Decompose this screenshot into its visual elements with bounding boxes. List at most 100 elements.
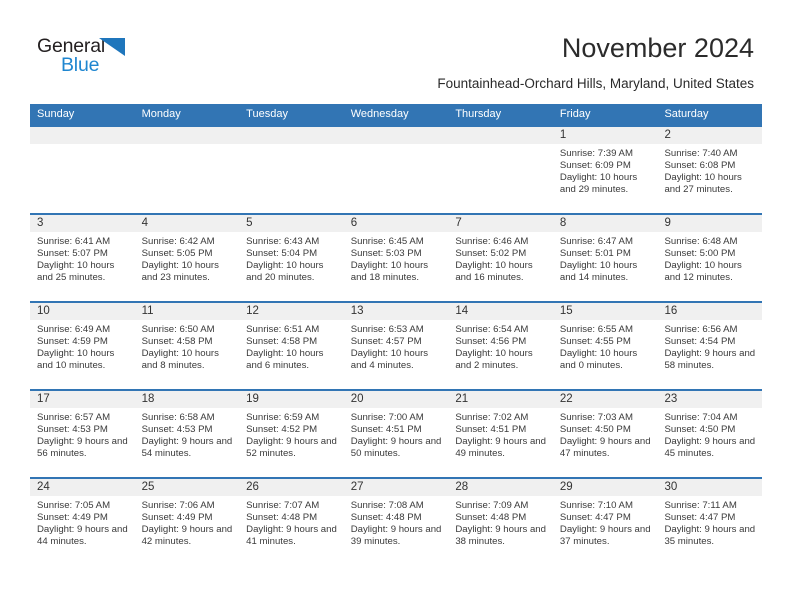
day-number[interactable]: 24 (30, 479, 135, 496)
daylight-text: Daylight: 9 hours and 39 minutes. (350, 523, 442, 547)
day-cell: Sunrise: 6:56 AM Sunset: 4:54 PM Dayligh… (657, 320, 762, 389)
day-number[interactable]: 3 (30, 215, 135, 232)
daylight-text: Daylight: 10 hours and 20 minutes. (246, 259, 324, 283)
day-number[interactable]: 17 (30, 391, 135, 408)
week-daynumber-strip: 10 11 12 13 14 15 16 (30, 303, 762, 320)
weekday-header-tuesday: Tuesday (246, 108, 288, 120)
day-number[interactable]: 2 (657, 127, 762, 144)
sunrise-text: Sunrise: 7:10 AM (559, 500, 633, 511)
day-number[interactable]: 25 (135, 479, 240, 496)
daylight-text: Daylight: 10 hours and 27 minutes. (664, 171, 742, 195)
day-cell: Sunrise: 7:07 AM Sunset: 4:48 PM Dayligh… (239, 496, 344, 565)
day-cell: Sunrise: 7:05 AM Sunset: 4:49 PM Dayligh… (30, 496, 135, 565)
sunset-text: Sunset: 4:56 PM (455, 335, 527, 347)
sunrise-text: Sunrise: 6:41 AM (37, 236, 111, 247)
day-number[interactable]: 20 (344, 391, 449, 408)
day-cell: Sunrise: 6:49 AM Sunset: 4:59 PM Dayligh… (30, 320, 135, 389)
day-number[interactable] (448, 127, 553, 144)
sunrise-text: Sunrise: 7:11 AM (664, 500, 737, 511)
day-number[interactable]: 14 (448, 303, 553, 320)
generalblue-logo[interactable]: General Blue (37, 36, 157, 80)
sunset-text: Sunset: 4:53 PM (37, 423, 108, 435)
day-number[interactable]: 5 (239, 215, 344, 232)
sunset-text: Sunset: 4:51 PM (350, 423, 422, 435)
day-cell: Sunrise: 7:00 AM Sunset: 4:51 PM Dayligh… (344, 408, 449, 477)
day-number[interactable] (135, 127, 240, 144)
sunrise-text: Sunrise: 6:54 AM (455, 324, 529, 335)
day-cell: Sunrise: 6:47 AM Sunset: 5:01 PM Dayligh… (553, 232, 658, 301)
day-cell: Sunrise: 6:46 AM Sunset: 5:02 PM Dayligh… (448, 232, 553, 301)
day-number[interactable] (30, 127, 135, 144)
day-cell: Sunrise: 6:58 AM Sunset: 4:53 PM Dayligh… (135, 408, 240, 477)
week-row: 17 18 19 20 21 22 23 Sunrise: 6:57 AM Su… (30, 389, 762, 477)
day-cell: Sunrise: 6:51 AM Sunset: 4:58 PM Dayligh… (239, 320, 344, 389)
day-number[interactable]: 27 (344, 479, 449, 496)
day-number[interactable]: 9 (657, 215, 762, 232)
day-cell: Sunrise: 7:02 AM Sunset: 4:51 PM Dayligh… (448, 408, 553, 477)
day-number[interactable]: 23 (657, 391, 762, 408)
day-number[interactable]: 28 (448, 479, 553, 496)
sunset-text: Sunset: 5:03 PM (350, 247, 422, 259)
day-number[interactable]: 12 (239, 303, 344, 320)
daylight-text: Daylight: 9 hours and 49 minutes. (455, 435, 546, 459)
daylight-text: Daylight: 9 hours and 37 minutes. (559, 523, 651, 547)
sunset-text: Sunset: 4:52 PM (246, 423, 318, 435)
day-number[interactable]: 30 (657, 479, 762, 496)
day-number[interactable]: 19 (239, 391, 344, 408)
day-number[interactable] (344, 127, 449, 144)
sunset-text: Sunset: 5:05 PM (141, 247, 213, 259)
day-cell: Sunrise: 6:55 AM Sunset: 4:55 PM Dayligh… (553, 320, 658, 389)
day-cell: Sunrise: 7:08 AM Sunset: 4:48 PM Dayligh… (344, 496, 449, 565)
day-number[interactable] (239, 127, 344, 144)
day-cell: Sunrise: 6:45 AM Sunset: 5:03 PM Dayligh… (344, 232, 449, 301)
daylight-text: Daylight: 10 hours and 14 minutes. (559, 259, 638, 283)
sunset-text: Sunset: 5:01 PM (559, 247, 631, 259)
daylight-text: Daylight: 10 hours and 2 minutes. (455, 347, 533, 371)
day-cell: Sunrise: 7:10 AM Sunset: 4:47 PM Dayligh… (553, 496, 658, 565)
sunset-text: Sunset: 4:58 PM (141, 335, 213, 347)
sunrise-text: Sunrise: 6:56 AM (664, 324, 738, 335)
day-number[interactable]: 1 (553, 127, 658, 144)
day-number[interactable]: 6 (344, 215, 449, 232)
sunrise-text: Sunrise: 6:51 AM (246, 324, 320, 335)
weekday-header-row: Sunday Monday Tuesday Wednesday Thursday… (30, 104, 762, 125)
day-number[interactable]: 4 (135, 215, 240, 232)
day-number[interactable]: 10 (30, 303, 135, 320)
day-number[interactable]: 8 (553, 215, 658, 232)
sunset-text: Sunset: 4:55 PM (559, 335, 631, 347)
day-cell: Sunrise: 6:42 AM Sunset: 5:05 PM Dayligh… (135, 232, 240, 301)
day-number[interactable]: 22 (553, 391, 658, 408)
day-number[interactable]: 15 (553, 303, 658, 320)
day-cell: Sunrise: 7:03 AM Sunset: 4:50 PM Dayligh… (553, 408, 658, 477)
week-daynumber-strip: 3 4 5 6 7 8 9 (30, 215, 762, 232)
day-number[interactable]: 11 (135, 303, 240, 320)
sunset-text: Sunset: 4:51 PM (455, 423, 527, 435)
daylight-text: Daylight: 10 hours and 6 minutes. (246, 347, 324, 371)
page-header: General Blue November 2024 Fountainhead-… (0, 0, 792, 100)
weekday-header-wednesday: Wednesday (350, 108, 409, 120)
day-number[interactable]: 26 (239, 479, 344, 496)
sunrise-text: Sunrise: 7:00 AM (350, 412, 424, 423)
weekday-header-monday: Monday (141, 108, 181, 120)
sunrise-text: Sunrise: 6:55 AM (559, 324, 633, 335)
day-number[interactable]: 18 (135, 391, 240, 408)
sunrise-text: Sunrise: 7:06 AM (141, 500, 215, 511)
day-number[interactable]: 29 (553, 479, 658, 496)
week-detail-strip: Sunrise: 7:05 AM Sunset: 4:49 PM Dayligh… (30, 496, 762, 565)
daylight-text: Daylight: 10 hours and 8 minutes. (141, 347, 219, 371)
sunset-text: Sunset: 5:07 PM (37, 247, 108, 259)
sunset-text: Sunset: 6:08 PM (664, 159, 736, 171)
daylight-text: Daylight: 9 hours and 44 minutes. (37, 523, 128, 547)
day-number[interactable]: 21 (448, 391, 553, 408)
day-number[interactable]: 13 (344, 303, 449, 320)
weekday-header-saturday: Saturday (664, 108, 709, 120)
daylight-text: Daylight: 10 hours and 29 minutes. (559, 171, 638, 195)
day-number[interactable]: 7 (448, 215, 553, 232)
sunrise-text: Sunrise: 7:05 AM (37, 500, 111, 511)
day-number[interactable]: 16 (657, 303, 762, 320)
logo-text-blue: Blue (61, 54, 100, 76)
sunrise-text: Sunrise: 7:39 AM (559, 148, 633, 159)
daylight-text: Daylight: 10 hours and 23 minutes. (141, 259, 219, 283)
day-cell: Sunrise: 6:53 AM Sunset: 4:57 PM Dayligh… (344, 320, 449, 389)
week-detail-strip: Sunrise: 7:39 AM Sunset: 6:09 PM Dayligh… (30, 144, 762, 213)
